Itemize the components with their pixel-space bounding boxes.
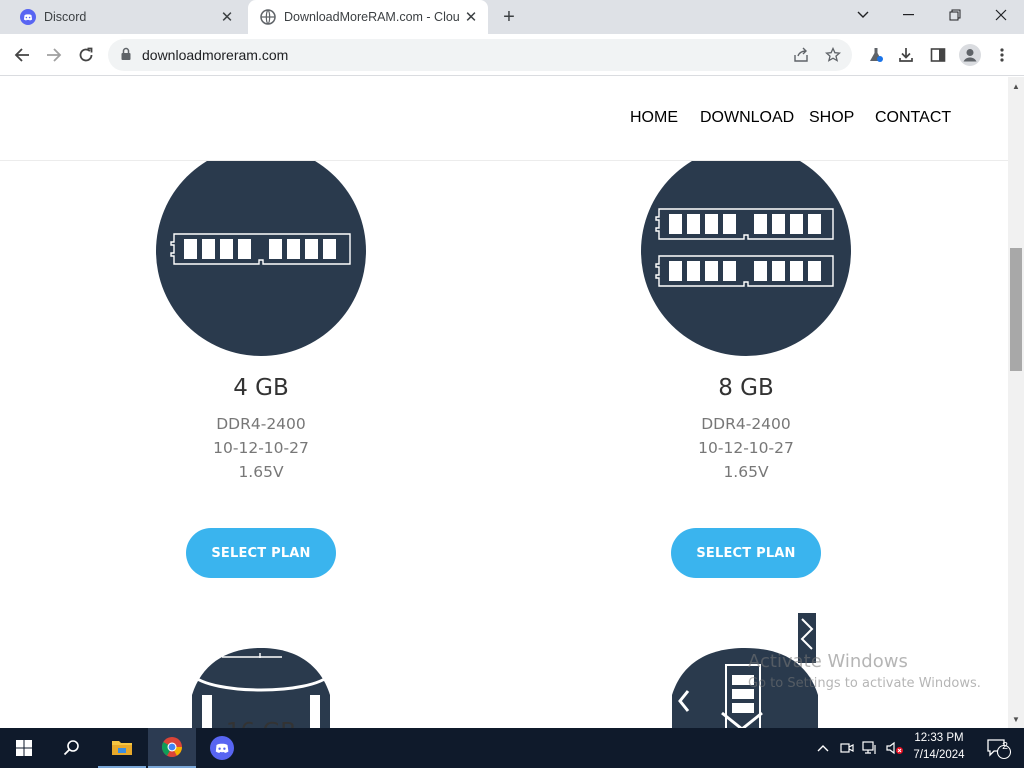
site-header: HOME DOWNLOAD SHOP CONTACT [0,77,1008,161]
discord-taskbar-icon[interactable] [198,728,246,768]
select-plan-8gb-button[interactable]: SELECT PLAN [671,528,821,578]
watermark-subtitle: Go to Settings to activate Windows. [748,676,981,691]
notification-count: 2 [1002,740,1008,752]
discord-favicon-icon [20,9,36,25]
plan-spec-timings: 10-12-10-27 [213,439,309,457]
tab-title: DownloadMoreRAM.com - Clou [284,10,460,24]
single-ram-stick-icon [170,233,351,265]
clock-date[interactable]: 7/14/2024 [899,749,979,761]
file-explorer-icon[interactable] [98,728,146,768]
page-viewport: HOME DOWNLOAD SHOP CONTACT 4 GB DDR4-240… [0,77,1024,728]
back-arrow-icon[interactable] [8,41,36,69]
nav-download[interactable]: DOWNLOAD [700,109,794,127]
plan-spec-voltage: 1.65V [723,463,769,481]
tab-strip: Discord ✕ DownloadMoreRAM.com - Clou ✕ + [0,0,1024,34]
close-icon[interactable]: ✕ [218,8,236,26]
plan-size: 4 GB [233,375,289,401]
side-panel-icon[interactable] [924,41,952,69]
screen: Discord ✕ DownloadMoreRAM.com - Clou ✕ + [0,0,1024,768]
reload-icon[interactable] [72,41,100,69]
plan-spec-type: DDR4-2400 [216,415,306,433]
nav-contact[interactable]: CONTACT [875,109,951,127]
meet-now-icon[interactable] [838,728,856,768]
tab-discord[interactable]: Discord ✕ [8,0,244,34]
plan-spec-voltage: 1.65V [238,463,284,481]
tab-downloadmoreram[interactable]: DownloadMoreRAM.com - Clou ✕ [248,0,488,34]
plan-4gb-circle [156,146,366,356]
tab-search-chevron-icon[interactable] [840,0,886,30]
window-controls [840,0,1024,34]
close-icon[interactable]: ✕ [462,8,480,26]
globe-icon [260,9,276,25]
tray-chevron-up-icon[interactable] [814,728,832,768]
windows-start-icon[interactable] [0,728,48,768]
new-tab-plus-icon[interactable]: + [498,6,520,28]
minimize-icon[interactable] [886,0,932,30]
scrollbar-thumb[interactable] [1010,248,1022,371]
tab-title: Discord [44,10,87,24]
plan-size-partial: 16 GB [151,719,371,728]
plan-16gb-icon [190,648,332,728]
plan-size: 8 GB [718,375,774,401]
download-icon[interactable] [892,41,920,69]
select-plan-4gb-button[interactable]: SELECT PLAN [186,528,336,578]
menu-kebab-icon[interactable] [988,41,1016,69]
close-window-icon[interactable] [978,0,1024,30]
nav-shop[interactable]: SHOP [809,109,854,127]
nav-home[interactable]: HOME [630,109,678,127]
restore-icon[interactable] [932,0,978,30]
clock-time[interactable]: 12:33 PM [899,732,979,744]
double-ram-stick-icon [655,208,834,287]
page-scrollbar[interactable] [1008,77,1024,728]
bookmark-star-icon[interactable] [823,45,843,65]
taskbar: 12:33 PM 7/14/2024 2 [0,728,1024,768]
search-icon[interactable] [48,728,96,768]
plan-spec-type: DDR4-2400 [701,415,791,433]
url-text[interactable]: downloadmoreram.com [142,47,288,63]
plan-spec-timings: 10-12-10-27 [698,439,794,457]
lock-icon[interactable] [120,47,132,66]
activate-windows-watermark: Activate Windows Go to Settings to activ… [748,651,981,691]
forward-arrow-icon[interactable] [40,41,68,69]
scroll-up-arrow-icon[interactable]: ▲ [1008,79,1024,93]
notification-center-icon[interactable]: 2 [978,728,1018,768]
labs-flask-icon[interactable] [862,41,890,69]
chrome-taskbar-icon[interactable] [148,728,196,768]
plan-8gb-circle [641,146,851,356]
watermark-title: Activate Windows [748,651,908,672]
network-icon[interactable] [860,728,880,768]
scroll-down-arrow-icon[interactable]: ▼ [1008,712,1024,726]
profile-avatar-icon[interactable] [956,41,984,69]
address-bar[interactable]: downloadmoreram.com [108,39,852,71]
share-icon[interactable] [791,45,811,65]
